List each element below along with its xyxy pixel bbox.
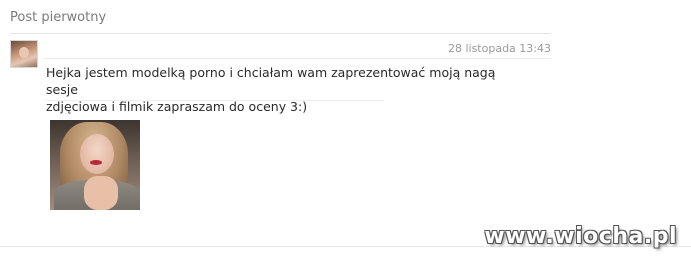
post-content-divider (44, 100, 384, 101)
watermark: www.wiocha.pl (484, 224, 677, 249)
photo-lips-shape (90, 160, 102, 165)
avatar[interactable] (10, 40, 38, 68)
post-message: Hejka jestem modelką porno i chciałam wa… (46, 65, 496, 114)
post-photo[interactable] (50, 120, 140, 210)
post: 28 listopada 13:43 Hejka jestem modelką … (10, 40, 551, 220)
header-divider (10, 33, 551, 34)
photo-skin-shape (84, 176, 118, 210)
section-title: Post pierwotny (10, 10, 107, 25)
post-meta-divider (44, 58, 551, 59)
photo-face-shape (80, 134, 114, 174)
post-timestamp: 28 listopada 13:43 (447, 42, 551, 55)
